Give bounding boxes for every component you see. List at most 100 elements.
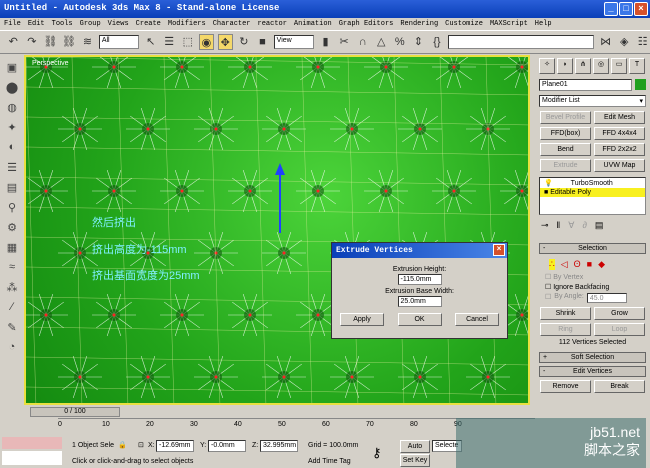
scale-icon[interactable]: ■ (255, 34, 270, 50)
named-selection-sets[interactable] (448, 35, 595, 49)
perspective-viewport[interactable]: Perspective 然后挤出 挤出高度为-115mm 挤出基面宽度为25mm (24, 55, 530, 405)
close-button[interactable]: × (634, 2, 648, 16)
light-icon[interactable]: ✦ (4, 121, 20, 137)
angle-snap-icon[interactable]: △ (374, 34, 389, 50)
menu-help[interactable]: Help (535, 18, 552, 30)
stack-item-editable-poly[interactable]: ■ Editable Poly (540, 188, 645, 197)
render-icon[interactable]: ◔ (4, 341, 20, 357)
menu-character[interactable]: Character (213, 18, 251, 30)
edit-vertices-rollout[interactable]: - Edit Vertices (539, 366, 646, 377)
object-name-field[interactable]: Plane01 (539, 79, 632, 91)
bind-spacewarp-icon[interactable]: ≋ (80, 34, 95, 50)
by-vertex-checkbox[interactable]: ☐ By Vertex (535, 272, 650, 282)
align-icon[interactable]: ◈ (617, 34, 632, 50)
maxscript-listener-white[interactable] (2, 451, 62, 465)
gear-icon[interactable]: ⚙ (4, 221, 20, 237)
border-mode-icon[interactable]: ʘ (574, 259, 581, 270)
menu-maxscript[interactable]: MAXScript (490, 18, 528, 30)
remove-button[interactable]: Remove (540, 380, 591, 393)
rotate-icon[interactable]: ↻ (237, 34, 252, 50)
menu-customize[interactable]: Customize (445, 18, 483, 30)
menu-animation[interactable]: Animation (294, 18, 332, 30)
set-key-button[interactable]: Set Key (400, 454, 430, 467)
pin-stack-icon[interactable]: ⊸ (541, 220, 549, 231)
menu-group[interactable]: Group (80, 18, 101, 30)
modifier-button[interactable]: UVW Map (594, 159, 645, 172)
menu-reactor[interactable]: reactor (258, 18, 287, 30)
lock-icon[interactable]: 🔒 (118, 441, 127, 449)
viewport-label[interactable]: Perspective (32, 60, 69, 67)
ok-button[interactable]: OK (397, 313, 442, 326)
key-icon[interactable]: ⚷ (372, 445, 382, 461)
y-coordinate-field[interactable]: -0.0mm (208, 440, 246, 452)
menu-views[interactable]: Views (108, 18, 129, 30)
edge-mode-icon[interactable]: ◁ (561, 259, 568, 270)
move-gizmo[interactable] (270, 163, 290, 233)
unlink-icon[interactable]: ⛓ (62, 34, 77, 50)
cylinder-icon[interactable]: ⬤ (4, 81, 20, 97)
modifier-button[interactable]: FFD 4x4x4 (594, 127, 645, 140)
angle-field[interactable]: 45.0 (586, 293, 627, 303)
polygon-mode-icon[interactable]: ■ (587, 259, 592, 270)
break-button[interactable]: Break (594, 380, 645, 393)
add-time-tag-button[interactable]: Add Time Tag (308, 458, 351, 465)
wand-icon[interactable]: ∕ (4, 301, 20, 317)
auto-key-button[interactable]: Auto Key (400, 440, 430, 461)
spinner-snap-icon[interactable]: ⇕ (411, 34, 426, 50)
link-icon[interactable]: ⛓ (43, 34, 58, 50)
layer-icon[interactable]: ☷ (635, 34, 650, 50)
configure-sets-icon[interactable]: ▤ (595, 220, 604, 231)
menu-edit[interactable]: Edit (28, 18, 45, 30)
loop-button[interactable]: Loop (594, 323, 645, 336)
menu-file[interactable]: File (4, 18, 21, 30)
ring-button[interactable]: Ring (540, 323, 591, 336)
window-crossing-icon[interactable]: ◉ (199, 34, 214, 50)
extrusion-width-spinner[interactable]: 25.0mm (397, 296, 442, 307)
soft-selection-rollout[interactable]: + Soft Selection (539, 352, 646, 363)
sphere-icon[interactable]: ◍ (4, 101, 20, 117)
z-coordinate-field[interactable]: 32.995mm (260, 440, 298, 452)
element-mode-icon[interactable]: ◆ (598, 259, 605, 270)
minimize-button[interactable]: _ (604, 2, 618, 16)
selection-filter-dropdown[interactable]: All (98, 35, 140, 49)
grow-button[interactable]: Grow (594, 307, 645, 320)
object-color-swatch[interactable] (635, 79, 646, 90)
vertex-mode-icon[interactable]: ∴ (549, 259, 555, 270)
menu-modifiers[interactable]: Modifiers (168, 18, 206, 30)
extrusion-height-spinner[interactable]: -115.0mm (397, 274, 442, 285)
shrink-button[interactable]: Shrink (540, 307, 591, 320)
dialog-close-button[interactable]: × (493, 244, 505, 256)
snap-icon[interactable]: ∩ (355, 34, 370, 50)
create-box-icon[interactable]: ▣ (4, 61, 20, 77)
region-select-icon[interactable]: ⬚ (181, 34, 196, 50)
absolute-mode-icon[interactable]: ⊡ (138, 441, 144, 449)
by-angle-checkbox[interactable]: ☐ By Angle: 45.0 (535, 292, 650, 304)
maximize-button[interactable]: □ (619, 2, 633, 16)
particle-icon[interactable]: ⁂ (4, 281, 20, 297)
modifier-button[interactable]: FFD(box) (540, 127, 591, 140)
display-tab-icon[interactable]: ▭ (611, 58, 627, 74)
bone-icon[interactable]: ⚲ (4, 201, 20, 217)
show-end-result-icon[interactable]: ‖ (557, 220, 561, 231)
manipulate-icon[interactable]: ✂ (337, 34, 352, 50)
modifier-list-dropdown[interactable]: Modifier List ▾ (539, 95, 646, 107)
ignore-backfacing-checkbox[interactable]: ☐ Ignore Backfacing (535, 282, 650, 292)
modifier-button[interactable]: FFD 2x2x2 (594, 143, 645, 156)
menu-graph-editors[interactable]: Graph Editors (339, 18, 394, 30)
select-icon[interactable]: ↖ (143, 34, 158, 50)
pivot-icon[interactable]: ▮ (318, 34, 333, 50)
select-by-name-icon[interactable]: ☰ (162, 34, 177, 50)
menu-tools[interactable]: Tools (52, 18, 73, 30)
modifier-button[interactable]: Edit Mesh (594, 111, 645, 124)
make-unique-icon[interactable]: ∀ (568, 220, 574, 231)
brush-icon[interactable]: ✎ (4, 321, 20, 337)
plane-icon[interactable]: ▦ (4, 241, 20, 257)
cancel-button[interactable]: Cancel (455, 313, 499, 326)
modifier-button[interactable]: Extrude (540, 159, 591, 172)
selection-rollout[interactable]: - Selection (539, 243, 646, 254)
remove-modifier-icon[interactable]: ∂ (582, 220, 586, 231)
move-icon[interactable]: ✥ (217, 34, 233, 50)
wave-icon[interactable]: ≈ (4, 261, 20, 277)
stairs-icon[interactable]: ☰ (4, 161, 20, 177)
modifier-button[interactable]: Bevel Profile (540, 111, 591, 124)
